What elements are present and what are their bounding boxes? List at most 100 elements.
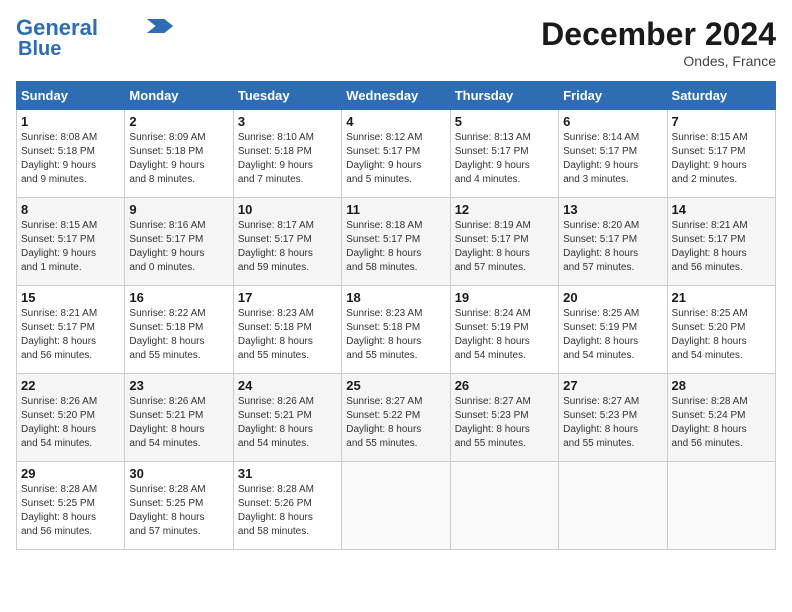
day-info: Sunrise: 8:16 AM Sunset: 5:17 PM Dayligh… [129,219,228,275]
header-row: SundayMondayTuesdayWednesdayThursdayFrid… [17,82,776,110]
day-info: Sunrise: 8:15 AM Sunset: 5:17 PM Dayligh… [672,131,771,187]
day-info: Sunrise: 8:14 AM Sunset: 5:17 PM Dayligh… [563,131,662,187]
day-info: Sunrise: 8:21 AM Sunset: 5:17 PM Dayligh… [21,307,120,363]
day-number: 16 [129,290,228,305]
calendar-cell: 1 Sunrise: 8:08 AM Sunset: 5:18 PM Daylig… [17,110,125,198]
day-info: Sunrise: 8:26 AM Sunset: 5:21 PM Dayligh… [129,395,228,451]
day-info: Sunrise: 8:12 AM Sunset: 5:17 PM Dayligh… [346,131,445,187]
col-header-friday: Friday [559,82,667,110]
day-number: 7 [672,114,771,129]
day-number: 20 [563,290,662,305]
calendar-cell: 15Sunrise: 8:21 AM Sunset: 5:17 PM Dayli… [17,286,125,374]
day-info: Sunrise: 8:21 AM Sunset: 5:17 PM Dayligh… [672,219,771,275]
day-number: 1 [21,114,120,129]
day-info: Sunrise: 8:28 AM Sunset: 5:25 PM Dayligh… [21,483,120,539]
logo-text: General [16,16,98,40]
day-info: Sunrise: 8:27 AM Sunset: 5:22 PM Dayligh… [346,395,445,451]
day-number: 26 [455,378,554,393]
col-header-wednesday: Wednesday [342,82,450,110]
day-info: Sunrise: 8:20 AM Sunset: 5:17 PM Dayligh… [563,219,662,275]
title-block: December 2024 Ondes, France [541,16,776,69]
month-title: December 2024 [541,16,776,53]
calendar-cell [559,462,667,550]
day-info: Sunrise: 8:27 AM Sunset: 5:23 PM Dayligh… [563,395,662,451]
week-row-5: 29 Sunrise: 8:28 AM Sunset: 5:25 PM Dayli… [17,462,776,550]
calendar-cell: 14 Sunrise: 8:21 AM Sunset: 5:17 PM Dayli… [667,198,775,286]
calendar-cell: 23Sunrise: 8:26 AM Sunset: 5:21 PM Dayli… [125,374,233,462]
calendar-cell: 25 Sunrise: 8:27 AM Sunset: 5:22 PM Dayli… [342,374,450,462]
calendar-cell: 3 Sunrise: 8:10 AM Sunset: 5:18 PM Daylig… [233,110,341,198]
day-number: 30 [129,466,228,481]
day-number: 2 [129,114,228,129]
calendar-cell: 21Sunrise: 8:25 AM Sunset: 5:20 PM Dayli… [667,286,775,374]
day-info: Sunrise: 8:09 AM Sunset: 5:18 PM Dayligh… [129,131,228,187]
calendar-cell [342,462,450,550]
day-info: Sunrise: 8:08 AM Sunset: 5:18 PM Dayligh… [21,131,120,187]
calendar-cell: 7 Sunrise: 8:15 AM Sunset: 5:17 PM Daylig… [667,110,775,198]
day-info: Sunrise: 8:17 AM Sunset: 5:17 PM Dayligh… [238,219,337,275]
day-info: Sunrise: 8:24 AM Sunset: 5:19 PM Dayligh… [455,307,554,363]
day-number: 28 [672,378,771,393]
day-number: 14 [672,202,771,217]
day-number: 31 [238,466,337,481]
location: Ondes, France [541,53,776,69]
day-number: 9 [129,202,228,217]
day-info: Sunrise: 8:26 AM Sunset: 5:21 PM Dayligh… [238,395,337,451]
calendar-cell: 20 Sunrise: 8:25 AM Sunset: 5:19 PM Dayli… [559,286,667,374]
day-info: Sunrise: 8:25 AM Sunset: 5:19 PM Dayligh… [563,307,662,363]
day-info: Sunrise: 8:15 AM Sunset: 5:17 PM Dayligh… [21,219,120,275]
day-number: 19 [455,290,554,305]
page-header: General Blue December 2024 Ondes, France [16,16,776,69]
day-info: Sunrise: 8:23 AM Sunset: 5:18 PM Dayligh… [346,307,445,363]
col-header-monday: Monday [125,82,233,110]
calendar-cell: 10Sunrise: 8:17 AM Sunset: 5:17 PM Dayli… [233,198,341,286]
calendar-cell: 19 Sunrise: 8:24 AM Sunset: 5:19 PM Dayli… [450,286,558,374]
calendar-cell: 28 Sunrise: 8:28 AM Sunset: 5:24 PM Dayli… [667,374,775,462]
day-number: 3 [238,114,337,129]
logo: General Blue [16,16,174,60]
calendar-cell: 24 Sunrise: 8:26 AM Sunset: 5:21 PM Dayli… [233,374,341,462]
calendar-cell: 18 Sunrise: 8:23 AM Sunset: 5:18 PM Dayli… [342,286,450,374]
week-row-3: 15Sunrise: 8:21 AM Sunset: 5:17 PM Dayli… [17,286,776,374]
day-info: Sunrise: 8:28 AM Sunset: 5:25 PM Dayligh… [129,483,228,539]
day-number: 24 [238,378,337,393]
day-number: 11 [346,202,445,217]
calendar-cell: 6 Sunrise: 8:14 AM Sunset: 5:17 PM Daylig… [559,110,667,198]
calendar-cell: 11 Sunrise: 8:18 AM Sunset: 5:17 PM Dayli… [342,198,450,286]
calendar-cell: 4 Sunrise: 8:12 AM Sunset: 5:17 PM Daylig… [342,110,450,198]
col-header-thursday: Thursday [450,82,558,110]
day-number: 27 [563,378,662,393]
calendar-cell: 29 Sunrise: 8:28 AM Sunset: 5:25 PM Dayli… [17,462,125,550]
day-number: 4 [346,114,445,129]
day-info: Sunrise: 8:26 AM Sunset: 5:20 PM Dayligh… [21,395,120,451]
calendar-cell: 27 Sunrise: 8:27 AM Sunset: 5:23 PM Dayli… [559,374,667,462]
col-header-tuesday: Tuesday [233,82,341,110]
day-number: 18 [346,290,445,305]
calendar-cell: 13 Sunrise: 8:20 AM Sunset: 5:17 PM Dayli… [559,198,667,286]
calendar-cell [450,462,558,550]
week-row-4: 22Sunrise: 8:26 AM Sunset: 5:20 PM Dayli… [17,374,776,462]
calendar-cell: 2 Sunrise: 8:09 AM Sunset: 5:18 PM Daylig… [125,110,233,198]
day-info: Sunrise: 8:18 AM Sunset: 5:17 PM Dayligh… [346,219,445,275]
calendar-cell: 12Sunrise: 8:19 AM Sunset: 5:17 PM Dayli… [450,198,558,286]
day-info: Sunrise: 8:13 AM Sunset: 5:17 PM Dayligh… [455,131,554,187]
day-number: 25 [346,378,445,393]
calendar-cell: 31 Sunrise: 8:28 AM Sunset: 5:26 PM Dayli… [233,462,341,550]
calendar-cell: 17Sunrise: 8:23 AM Sunset: 5:18 PM Dayli… [233,286,341,374]
week-row-1: 1 Sunrise: 8:08 AM Sunset: 5:18 PM Daylig… [17,110,776,198]
calendar-cell: 30 Sunrise: 8:28 AM Sunset: 5:25 PM Dayli… [125,462,233,550]
day-number: 5 [455,114,554,129]
col-header-saturday: Saturday [667,82,775,110]
calendar-table: SundayMondayTuesdayWednesdayThursdayFrid… [16,81,776,550]
day-number: 13 [563,202,662,217]
day-info: Sunrise: 8:10 AM Sunset: 5:18 PM Dayligh… [238,131,337,187]
calendar-cell: 22Sunrise: 8:26 AM Sunset: 5:20 PM Dayli… [17,374,125,462]
day-number: 29 [21,466,120,481]
calendar-cell: 9 Sunrise: 8:16 AM Sunset: 5:17 PM Daylig… [125,198,233,286]
day-number: 6 [563,114,662,129]
calendar-cell: 26Sunrise: 8:27 AM Sunset: 5:23 PM Dayli… [450,374,558,462]
logo-icon [146,19,174,33]
day-info: Sunrise: 8:28 AM Sunset: 5:26 PM Dayligh… [238,483,337,539]
day-info: Sunrise: 8:28 AM Sunset: 5:24 PM Dayligh… [672,395,771,451]
calendar-cell [667,462,775,550]
